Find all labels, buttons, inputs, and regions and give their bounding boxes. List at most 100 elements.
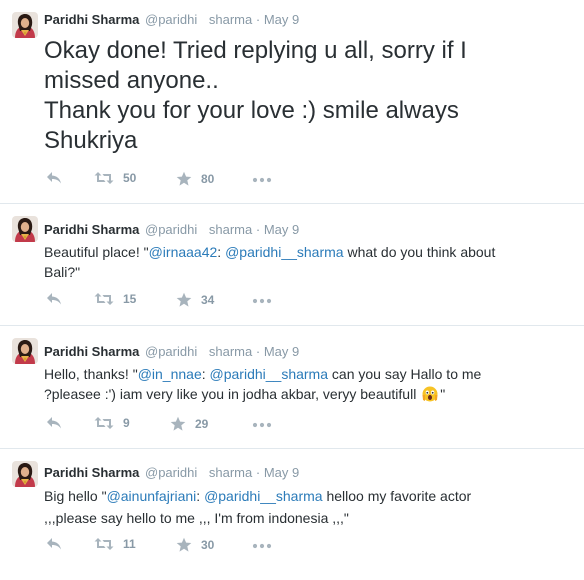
author-handle[interactable]: @paridhi: [145, 465, 197, 480]
retweet-count: 9: [123, 416, 130, 430]
tweet-date[interactable]: May 9: [264, 12, 299, 27]
tweet-text: Okay done! Tried replying u all, sorry i…: [44, 36, 467, 156]
author-handle-suffix[interactable]: sharma: [209, 222, 252, 237]
favorite-count: 34: [201, 293, 215, 307]
tweet-text: Hello, thanks! "@in_nnae: @paridhi__shar…: [44, 364, 481, 407]
retweet-count: 15: [123, 292, 137, 306]
tweet-text-line: missed anyone..: [44, 67, 219, 94]
avatar[interactable]: [12, 338, 38, 364]
author-handle[interactable]: @paridhi: [145, 222, 197, 237]
favorite-button[interactable]: 29: [170, 416, 208, 432]
mention-link[interactable]: @in_nnae: [138, 366, 202, 382]
mention-link[interactable]: @ainunfajriani: [107, 488, 197, 504]
retweet-button[interactable]: 11: [94, 537, 136, 551]
more-button[interactable]: [252, 422, 272, 428]
tweet-text-line: ?pleasee :') iam very like you in jodha …: [44, 384, 481, 407]
avatar[interactable]: [12, 216, 38, 242]
favorite-count: 30: [201, 538, 215, 552]
text-segment: Hello, thanks! ": [44, 366, 138, 382]
tweet-text-line: ,,,please say hello to me ,,, I'm from i…: [44, 510, 349, 526]
favorite-button[interactable]: 80: [176, 171, 214, 187]
tweet[interactable]: Paridhi Sharma @paridhi sharma · May 9 B…: [0, 204, 584, 326]
retweet-icon: [94, 292, 114, 306]
tweet-text-line: Hello, thanks! "@in_nnae: @paridhi__shar…: [44, 364, 481, 384]
more-dots-icon: [252, 177, 272, 183]
scream-emoji-icon: [422, 386, 438, 407]
more-dots-icon: [252, 422, 272, 428]
favorite-count: 29: [195, 417, 209, 431]
mention-link[interactable]: @paridhi__sharma: [210, 366, 329, 382]
mention-link[interactable]: @paridhi__sharma: [204, 488, 323, 504]
reply-button[interactable]: [46, 292, 62, 306]
tweet[interactable]: Paridhi Sharma @paridhi sharma · May 9 B…: [0, 449, 584, 580]
more-button[interactable]: [252, 298, 272, 304]
retweet-button[interactable]: 50: [94, 171, 136, 185]
author-handle-suffix[interactable]: sharma: [209, 344, 252, 359]
text-segment: helloo my favorite actor: [322, 488, 472, 504]
text-segment: can you say Hallo to me: [328, 366, 482, 382]
retweet-icon: [94, 416, 114, 430]
more-dots-icon: [252, 543, 272, 549]
star-icon: [170, 416, 186, 432]
author-handle[interactable]: @paridhi: [145, 344, 197, 359]
text-segment: ?pleasee :') iam very like you in jodha …: [44, 386, 417, 402]
author-name[interactable]: Paridhi Sharma: [44, 12, 139, 27]
reply-arrow-icon: [46, 292, 62, 306]
text-segment: ": [440, 386, 446, 402]
reply-arrow-icon: [46, 537, 62, 551]
tweet-text-line: Shukriya: [44, 127, 138, 154]
tweet-text-line: Big hello "@ainunfajriani: @paridhi__sha…: [44, 485, 471, 507]
tweet-date[interactable]: May 9: [264, 344, 299, 359]
text-segment: :: [196, 488, 205, 504]
text-segment: Big hello ": [44, 488, 107, 504]
more-button[interactable]: [252, 177, 272, 183]
tweet-text: Big hello "@ainunfajriani: @paridhi__sha…: [44, 485, 471, 529]
tweet-date[interactable]: May 9: [264, 465, 299, 480]
favorite-button[interactable]: 30: [176, 537, 214, 553]
retweet-count: 11: [123, 537, 136, 551]
favorite-count: 80: [201, 172, 215, 186]
retweet-icon: [94, 171, 114, 185]
text-segment: Beautiful place! ": [44, 244, 149, 260]
avatar[interactable]: [12, 461, 38, 487]
more-dots-icon: [252, 298, 272, 304]
meta-separator: ·: [255, 465, 261, 480]
text-segment: :: [201, 366, 210, 382]
author-handle[interactable]: @paridhi: [145, 12, 197, 27]
tweet-text: Beautiful place! "@irnaaa42: @paridhi__s…: [44, 242, 495, 282]
meta-separator: ·: [255, 12, 261, 27]
reply-button[interactable]: [46, 537, 62, 551]
mention-link[interactable]: @paridhi__sharma: [225, 244, 344, 260]
retweet-button[interactable]: 15: [94, 292, 136, 306]
tweet-date[interactable]: May 9: [264, 222, 299, 237]
retweet-count: 50: [123, 171, 137, 185]
tweet-text-line: Beautiful place! "@irnaaa42: @paridhi__s…: [44, 242, 495, 262]
author-name[interactable]: Paridhi Sharma: [44, 222, 139, 237]
retweet-button[interactable]: 9: [94, 416, 130, 430]
text-segment: :: [217, 244, 226, 260]
avatar[interactable]: [12, 12, 38, 38]
tweet[interactable]: Paridhi Sharma @paridhi sharma · May 9 H…: [0, 326, 584, 449]
meta-separator: ·: [255, 344, 261, 359]
star-icon: [176, 537, 192, 553]
author-name[interactable]: Paridhi Sharma: [44, 344, 139, 359]
mention-link[interactable]: @irnaaa42: [149, 244, 218, 260]
text-segment: what do you think about: [343, 244, 496, 260]
more-button[interactable]: [252, 543, 272, 549]
tweet-text-line: Thank you for your love :) smile always: [44, 97, 459, 124]
author-name[interactable]: Paridhi Sharma: [44, 465, 139, 480]
retweet-icon: [94, 537, 114, 551]
author-handle-suffix[interactable]: sharma: [209, 12, 252, 27]
tweet-text-line: Okay done! Tried replying u all, sorry i…: [44, 37, 467, 64]
tweet[interactable]: Paridhi Sharma @paridhi sharma · May 9 O…: [0, 0, 584, 204]
star-icon: [176, 171, 192, 187]
author-handle-suffix[interactable]: sharma: [209, 465, 252, 480]
reply-button[interactable]: [46, 416, 62, 430]
star-icon: [176, 292, 192, 308]
reply-button[interactable]: [46, 171, 62, 185]
tweet-text-line: Bali?": [44, 264, 81, 280]
meta-separator: ·: [255, 222, 261, 237]
favorite-button[interactable]: 34: [176, 292, 214, 308]
reply-arrow-icon: [46, 171, 62, 185]
reply-arrow-icon: [46, 416, 62, 430]
